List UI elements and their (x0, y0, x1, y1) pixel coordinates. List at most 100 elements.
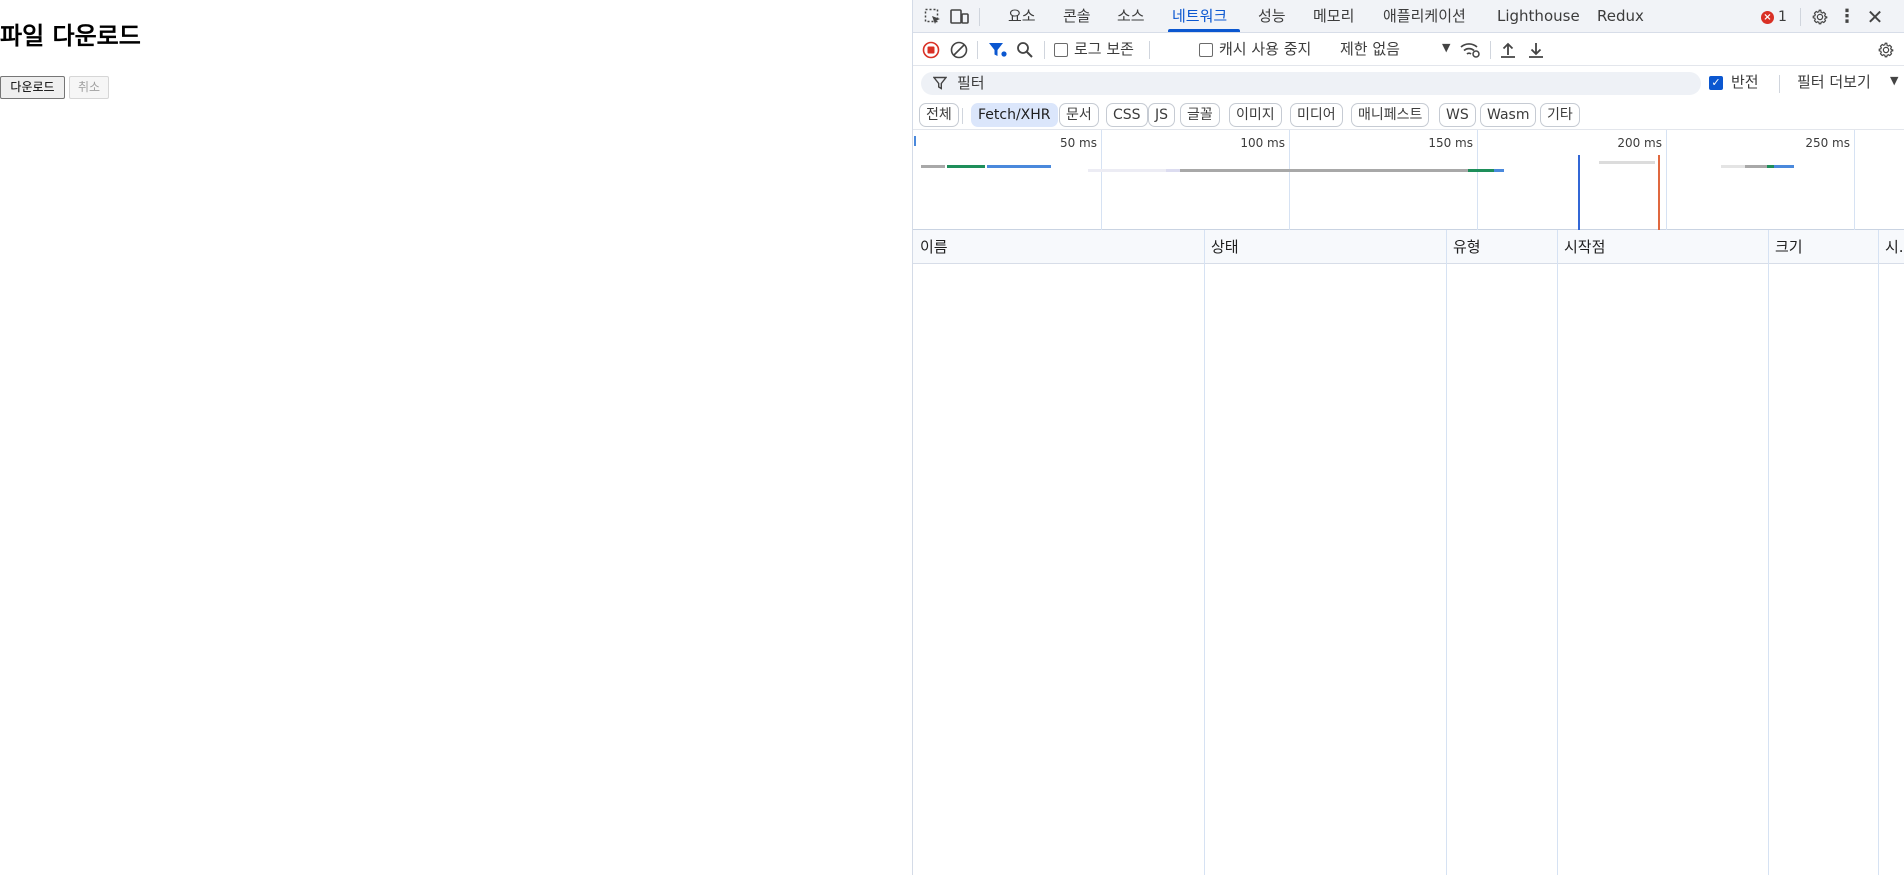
clear-icon[interactable] (949, 40, 969, 60)
tab-lighthouse[interactable]: Lighthouse (1497, 0, 1580, 33)
type-filter-doc[interactable]: 문서 (1059, 103, 1099, 127)
error-count: 1 (1778, 9, 1787, 25)
close-devtools-icon[interactable]: ✕ (1863, 5, 1887, 29)
filter-input[interactable]: 필터 (921, 72, 1701, 95)
timeline-tick-label: 150 ms (1428, 136, 1473, 150)
devtools-tab-bar: 요소 콘솔 소스 네트워크 성능 메모리 애플리케이션 Lighthouse R… (913, 0, 1904, 33)
timeline-tick-label: 100 ms (1240, 136, 1285, 150)
waterfall-bar (1721, 165, 1745, 168)
timeline-gridline (1101, 130, 1102, 230)
filter-placeholder: 필터 (957, 74, 985, 92)
waterfall-bar (1599, 161, 1655, 164)
network-overview-timeline[interactable]: 50 ms 100 ms 150 ms 200 ms 250 ms (913, 130, 1904, 230)
waterfall-bar (1767, 165, 1774, 168)
tab-sources[interactable]: 소스 (1117, 0, 1145, 33)
timeline-start-marker (914, 136, 916, 146)
waterfall-bar (921, 165, 945, 168)
resource-type-filter: 전체 Fetch/XHR 문서 CSS JS 글꼴 이미지 미디어 매니페스트 … (913, 100, 1904, 130)
tab-separator (1800, 8, 1801, 26)
timeline-tick-label: 50 ms (1059, 136, 1097, 150)
devtools-panel: 요소 콘솔 소스 네트워크 성능 메모리 애플리케이션 Lighthouse R… (912, 0, 1904, 875)
page-title: 파일 다운로드 (0, 22, 141, 50)
import-har-icon[interactable] (1497, 39, 1519, 61)
download-button[interactable]: 다운로드 (0, 76, 65, 99)
type-filter-wasm[interactable]: Wasm (1480, 103, 1537, 127)
chevron-down-icon: ▼ (1890, 74, 1899, 87)
search-icon[interactable] (1015, 40, 1035, 60)
more-filters-label: 필터 더보기 (1797, 73, 1871, 91)
waterfall-bar (1774, 165, 1794, 168)
tab-elements[interactable]: 요소 (1008, 0, 1036, 33)
load-event-marker (1658, 155, 1660, 230)
network-settings-gear-icon[interactable] (1874, 39, 1898, 61)
type-filter-media[interactable]: 미디어 (1290, 103, 1343, 127)
record-stop-icon[interactable] (921, 40, 941, 60)
timeline-gridline (1666, 130, 1667, 230)
error-counter[interactable]: × 1 (1761, 9, 1787, 25)
tab-separator (979, 8, 980, 26)
waterfall-bar (1166, 169, 1180, 172)
type-filter-all[interactable]: 전체 (919, 103, 959, 127)
column-header-initiator[interactable]: 시작점 (1557, 230, 1605, 264)
column-header-type[interactable]: 유형 (1446, 230, 1481, 264)
chevron-down-icon: ▼ (1442, 41, 1451, 54)
filter-icon[interactable] (987, 40, 1009, 60)
settings-gear-icon[interactable] (1809, 6, 1831, 28)
invert-label: 반전 (1731, 73, 1759, 91)
waterfall-bar (1180, 169, 1468, 172)
waterfall-bar (1468, 169, 1494, 172)
type-filter-css[interactable]: CSS (1106, 103, 1148, 127)
type-filter-ws[interactable]: WS (1439, 103, 1476, 127)
waterfall-bar (947, 165, 985, 168)
toolbar-separator (1149, 41, 1150, 59)
timeline-tick-label: 200 ms (1617, 136, 1662, 150)
network-conditions-icon[interactable] (1458, 39, 1482, 61)
type-filter-fetch-xhr[interactable]: Fetch/XHR (971, 103, 1058, 127)
timeline-gridline (1477, 130, 1478, 230)
disable-cache-checkbox[interactable] (1199, 43, 1213, 57)
type-filter-js[interactable]: JS (1148, 103, 1176, 127)
filter-funnel-icon (932, 76, 948, 94)
tab-performance[interactable]: 성능 (1258, 0, 1286, 33)
tab-memory[interactable]: 메모리 (1313, 0, 1354, 33)
invert-checkbox[interactable]: ✓ (1709, 76, 1723, 90)
column-header-name[interactable]: 이름 (913, 230, 948, 264)
cancel-button[interactable]: 취소 (69, 76, 109, 99)
requests-table-header: 이름 상태 유형 시작점 크기 시... (913, 230, 1904, 264)
toolbar-separator (977, 41, 978, 59)
disable-cache-label: 캐시 사용 중지 (1219, 40, 1312, 58)
column-header-size[interactable]: 크기 (1768, 230, 1803, 264)
type-filter-img[interactable]: 이미지 (1229, 103, 1282, 127)
requests-table-body[interactable] (913, 264, 1904, 875)
throttling-value: 제한 없음 (1340, 40, 1400, 58)
tab-console[interactable]: 콘솔 (1063, 0, 1091, 33)
timeline-gridline (1854, 130, 1855, 230)
toolbar-separator (1490, 41, 1491, 59)
dom-content-loaded-marker (1578, 155, 1580, 230)
chip-separator (962, 108, 963, 124)
type-filter-other[interactable]: 기타 (1540, 103, 1580, 127)
device-toolbar-icon[interactable] (949, 7, 971, 27)
network-toolbar: 로그 보존 캐시 사용 중지 제한 없음 ▼ (913, 33, 1904, 66)
tab-redux[interactable]: Redux (1597, 0, 1644, 33)
web-page: 파일 다운로드 다운로드 취소 (0, 0, 912, 875)
throttling-select[interactable]: 제한 없음 ▼ (1340, 39, 1460, 61)
active-tab-indicator (1168, 29, 1240, 32)
waterfall-bar (987, 165, 1051, 168)
filter-separator (1779, 75, 1780, 93)
waterfall-bar (1745, 165, 1767, 168)
export-har-icon[interactable] (1525, 39, 1547, 61)
type-filter-manifest[interactable]: 매니페스트 (1351, 103, 1430, 127)
type-filter-font[interactable]: 글꼴 (1180, 103, 1220, 127)
inspect-element-icon[interactable] (923, 7, 943, 27)
column-header-status[interactable]: 상태 (1204, 230, 1239, 264)
tab-application[interactable]: 애플리케이션 (1383, 0, 1466, 33)
error-icon: × (1761, 10, 1774, 24)
column-header-time[interactable]: 시... (1878, 230, 1904, 264)
waterfall-bar (1088, 169, 1166, 172)
more-filters-dropdown[interactable]: 필터 더보기 ▼ (1797, 72, 1901, 94)
preserve-log-checkbox[interactable] (1054, 43, 1068, 57)
timeline-tick-label: 250 ms (1805, 136, 1850, 150)
more-options-icon[interactable]: ⋮ (1837, 6, 1857, 28)
preserve-log-label: 로그 보존 (1074, 40, 1134, 58)
